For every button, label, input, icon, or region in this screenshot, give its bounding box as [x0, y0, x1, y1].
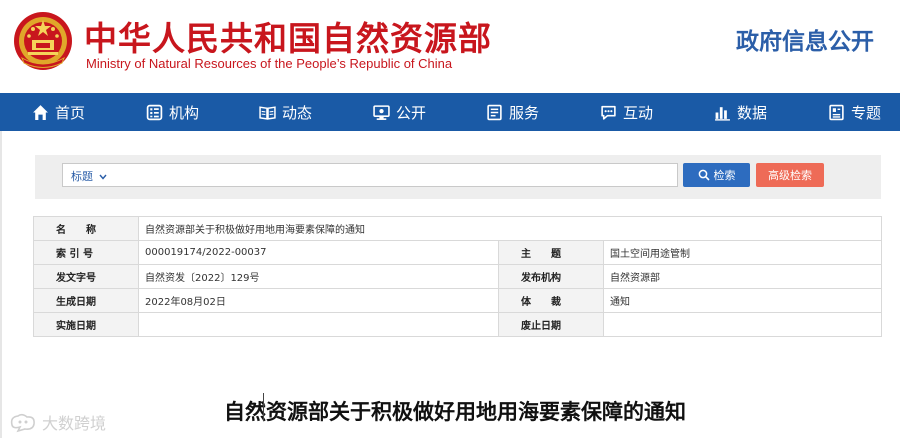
- table-row: 索 引 号 000019174/2022-00037 主 题 国土空间用途管制: [33, 240, 882, 265]
- publisher-label: 发布机构: [498, 264, 604, 289]
- table-row: 实施日期 废止日期: [33, 312, 882, 337]
- created-date-label: 生成日期: [33, 288, 139, 313]
- advanced-search-label: 高级检索: [768, 169, 812, 182]
- expiry-date-value: [603, 312, 882, 337]
- search-icon: [698, 169, 710, 181]
- topic-icon: [829, 104, 844, 120]
- index-value: 000019174/2022-00037: [138, 240, 499, 265]
- data-chart-icon: [715, 106, 730, 121]
- table-row: 名 称 自然资源部关于积极做好用地用海要素保障的通知: [33, 216, 882, 241]
- chevron-down-icon: [98, 174, 107, 180]
- nav-item-disclosure[interactable]: 公开: [373, 93, 426, 131]
- nav-item-label: 互动: [623, 103, 654, 122]
- watermark: 大数跨境: [8, 410, 106, 434]
- disclosure-icon: [373, 104, 390, 120]
- gov-info-disclosure-link[interactable]: 政府信息公开: [736, 22, 874, 56]
- index-label: 索 引 号: [33, 240, 139, 265]
- search-field-select-label: 标题: [71, 170, 93, 183]
- advanced-search-button[interactable]: 高级检索: [756, 163, 824, 187]
- article-title: 自然资源部关于积极做好用地用海要素保障的通知: [224, 400, 686, 424]
- site-title-en: Ministry of Natural Resources of the Peo…: [86, 56, 453, 71]
- table-row: 发文字号 自然资发〔2022〕129号 发布机构 自然资源部: [33, 264, 882, 289]
- nav-item-topic[interactable]: 专题: [828, 93, 881, 131]
- publisher-value: 自然资源部: [603, 264, 882, 289]
- nav-item-label: 公开: [396, 103, 427, 122]
- site-header: 中华人民共和国自然资源部 Ministry of Natural Resourc…: [0, 0, 900, 93]
- organization-icon: [146, 104, 163, 120]
- text-cursor: [263, 393, 264, 421]
- table-row: 生成日期 2022年08月02日 体 裁 通知: [33, 288, 882, 313]
- service-icon: [487, 104, 502, 120]
- effective-date-label: 实施日期: [33, 312, 139, 337]
- nav-item-data[interactable]: 数据: [714, 93, 767, 131]
- created-date-value: 2022年08月02日: [138, 288, 499, 313]
- genre-label: 体 裁: [498, 288, 604, 313]
- nav-item-service[interactable]: 服务: [486, 93, 539, 131]
- document-meta-table: 名 称 自然资源部关于积极做好用地用海要素保障的通知 索 引 号 0000191…: [33, 216, 882, 337]
- nav-item-news[interactable]: 动态: [259, 93, 312, 131]
- expiry-date-label: 废止日期: [498, 312, 604, 337]
- name-label: 名 称: [33, 216, 139, 241]
- nav-item-label: 服务: [509, 103, 540, 122]
- site-title-cn[interactable]: 中华人民共和国自然资源部: [84, 12, 492, 60]
- subject-value: 国土空间用途管制: [603, 240, 882, 265]
- watermark-text: 大数跨境: [42, 414, 107, 433]
- search-field-select[interactable]: 标题: [71, 168, 107, 184]
- news-icon: [259, 105, 276, 120]
- subject-label: 主 题: [498, 240, 604, 265]
- search-button-label: 检索: [713, 169, 736, 182]
- watermark-logo-icon: [10, 413, 35, 433]
- main-nav: 首页 机构 动态 公开 服务 互动 数据 专题: [0, 93, 900, 131]
- chat-icon: [601, 105, 616, 120]
- name-value: 自然资源部关于积极做好用地用海要素保障的通知: [138, 216, 882, 241]
- nav-item-label: 数据: [737, 103, 768, 122]
- nav-item-home[interactable]: 首页: [32, 93, 85, 131]
- nav-item-interaction[interactable]: 互动: [600, 93, 653, 131]
- doc-number-label: 发文字号: [33, 264, 139, 289]
- home-icon: [33, 104, 48, 120]
- effective-date-value: [138, 312, 499, 337]
- nav-item-label: 动态: [282, 103, 313, 122]
- national-emblem-icon: [14, 12, 72, 70]
- search-button[interactable]: 检索: [683, 163, 750, 187]
- doc-number-value: 自然资发〔2022〕129号: [138, 264, 499, 289]
- nav-item-organization[interactable]: 机构: [146, 93, 199, 131]
- nav-item-label: 专题: [851, 103, 882, 122]
- left-edge: [0, 131, 2, 438]
- genre-value: 通知: [603, 288, 882, 313]
- nav-item-label: 首页: [55, 103, 86, 122]
- search-input[interactable]: 标题: [62, 163, 678, 187]
- nav-item-label: 机构: [169, 103, 200, 122]
